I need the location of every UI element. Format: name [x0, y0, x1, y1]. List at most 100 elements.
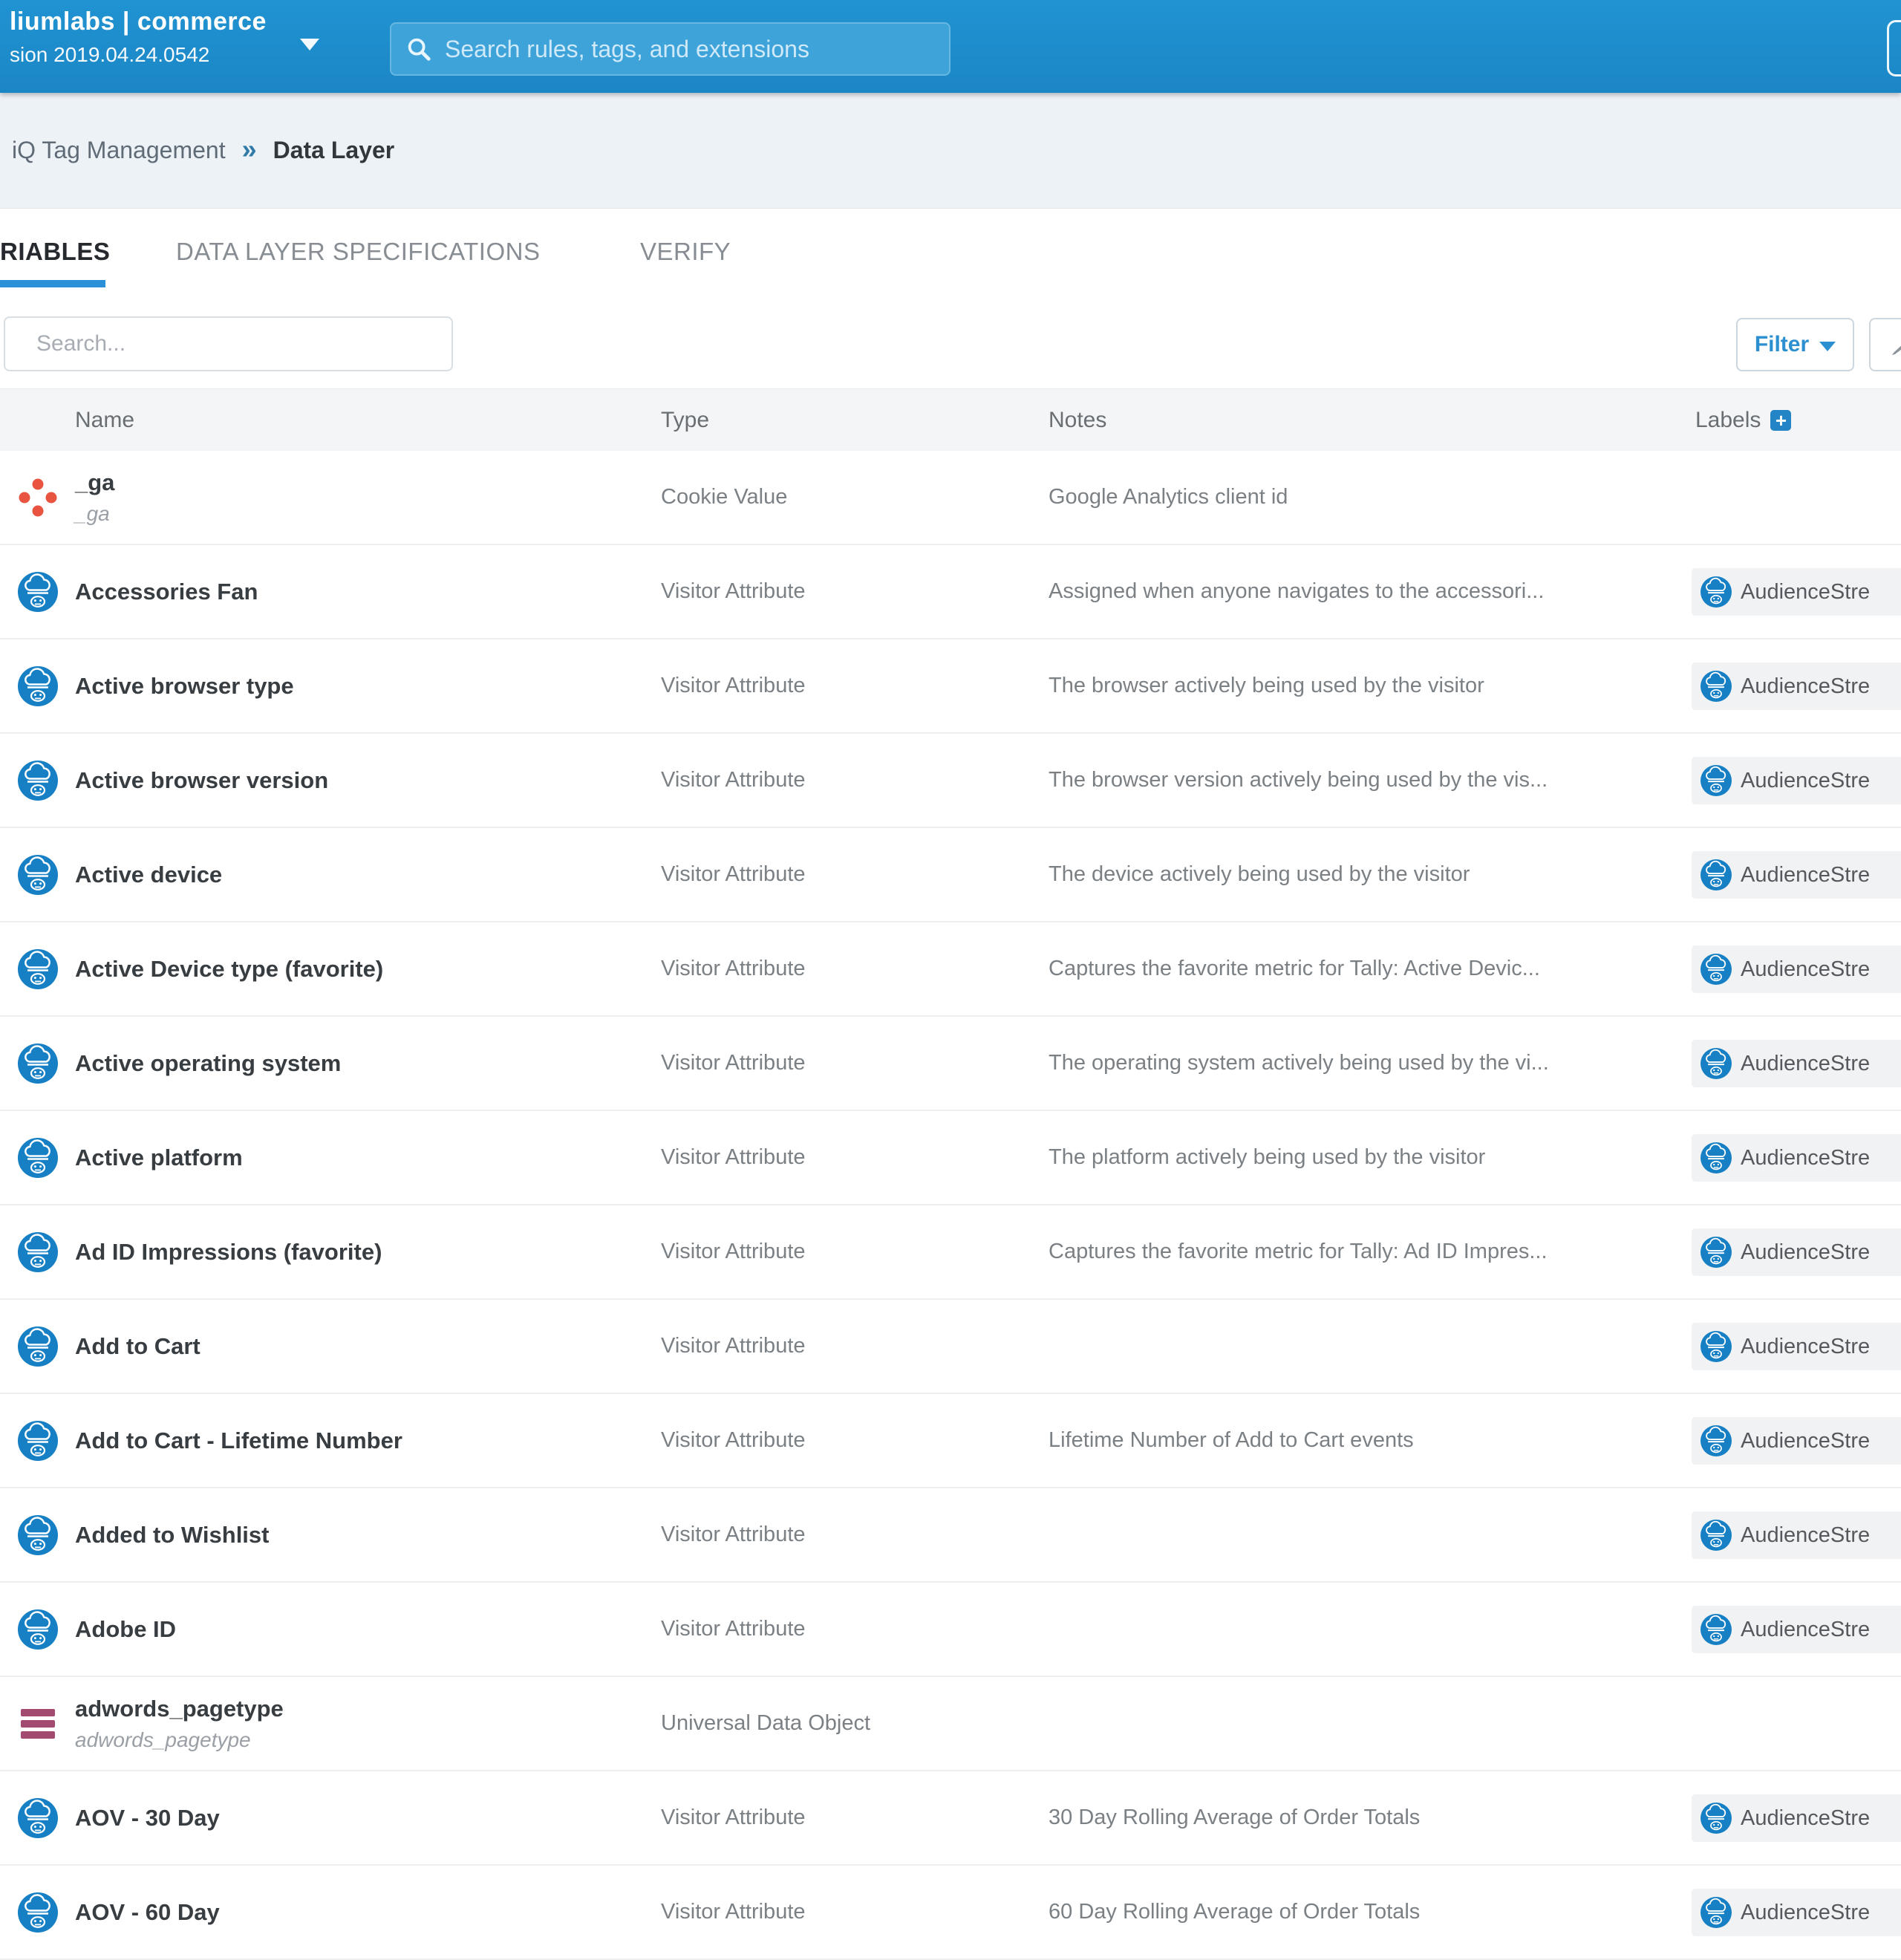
label-chip-text: AudienceStre: [1741, 1146, 1870, 1171]
variable-name[interactable]: _ga: [75, 469, 114, 496]
variable-name-cell: Adobe ID: [75, 1583, 176, 1676]
audiencestream-icon: [18, 949, 58, 989]
label-chip[interactable]: AudienceStre: [1692, 1511, 1901, 1559]
cookie-icon: [18, 478, 58, 518]
label-chip-text: AudienceStre: [1741, 674, 1870, 699]
variable-notes: Google Analytics client id: [1049, 451, 1288, 544]
header-action-button[interactable]: [1887, 20, 1901, 76]
table-row[interactable]: Active operating system Visitor Attribut…: [0, 1017, 1901, 1111]
table-row[interactable]: Accessories Fan Visitor Attribute Assign…: [0, 545, 1901, 639]
table-row[interactable]: Added to Wishlist Visitor Attribute Audi…: [0, 1488, 1901, 1583]
audiencestream-chip-icon: [1701, 765, 1732, 796]
table-row[interactable]: _ga _ga Cookie Value Google Analytics cl…: [0, 451, 1901, 545]
global-search-input[interactable]: Search rules, tags, and extensions: [390, 22, 950, 76]
label-chip-text: AudienceStre: [1741, 1618, 1870, 1642]
label-chip[interactable]: AudienceStre: [1692, 1040, 1901, 1087]
table-row[interactable]: Ad ID Impressions (favorite) Visitor Att…: [0, 1205, 1901, 1300]
label-chip-text: AudienceStre: [1741, 1429, 1870, 1453]
variable-name[interactable]: Ad ID Impressions (favorite): [75, 1239, 382, 1266]
variable-name[interactable]: Add to Cart: [75, 1333, 200, 1360]
profile-dropdown-caret-icon[interactable]: [300, 39, 319, 51]
variable-type-icon-cell: [18, 1205, 58, 1298]
table-row[interactable]: adwords_pagetype adwords_pagetype Univer…: [0, 1677, 1901, 1771]
variable-type: Visitor Attribute: [661, 1394, 806, 1487]
label-chip-text: AudienceStre: [1741, 957, 1870, 982]
audiencestream-icon: [18, 572, 58, 612]
filter-button[interactable]: Filter: [1736, 318, 1854, 371]
page-title: Data Layer: [273, 137, 395, 164]
table-row[interactable]: AOV - 60 Day Visitor Attribute 60 Day Ro…: [0, 1866, 1901, 1960]
variable-name-cell: Add to Cart: [75, 1300, 200, 1393]
table-row[interactable]: Active browser type Visitor Attribute Th…: [0, 639, 1901, 734]
table-row[interactable]: Add to Cart - Lifetime Number Visitor At…: [0, 1394, 1901, 1488]
variable-name[interactable]: adwords_pagetype: [75, 1696, 284, 1722]
column-header-labels: Labels +: [1695, 389, 1791, 451]
variable-name[interactable]: Active platform: [75, 1145, 243, 1171]
label-chip[interactable]: AudienceStre: [1692, 1606, 1901, 1653]
tab-data-layer-specifications[interactable]: DATA LAYER SPECIFICATIONS: [176, 238, 540, 266]
variable-type-icon-cell: [18, 1111, 58, 1204]
variable-name[interactable]: Active device: [75, 862, 222, 888]
variable-name[interactable]: AOV - 30 Day: [75, 1805, 220, 1832]
variable-type: Cookie Value: [661, 451, 787, 544]
version-label: sion 2019.04.24.0542: [10, 43, 267, 67]
add-label-icon[interactable]: +: [1770, 410, 1791, 431]
table-header: Name Type Notes Labels +: [0, 388, 1901, 452]
breadcrumb-section[interactable]: iQ Tag Management: [12, 137, 226, 164]
label-chip[interactable]: AudienceStre: [1692, 851, 1901, 899]
label-chip[interactable]: AudienceStre: [1692, 1794, 1901, 1842]
label-chip[interactable]: AudienceStre: [1692, 568, 1901, 616]
column-header-type[interactable]: Type: [661, 389, 709, 451]
variable-name[interactable]: Active browser type: [75, 673, 294, 700]
label-chip[interactable]: AudienceStre: [1692, 1417, 1901, 1465]
universal-data-object-icon: [18, 1704, 58, 1744]
tab-verify[interactable]: VERIFY: [640, 238, 731, 266]
audiencestream-chip-icon: [1701, 1803, 1732, 1834]
table-row[interactable]: Adobe ID Visitor Attribute AudienceStre: [0, 1583, 1901, 1677]
variable-name[interactable]: Accessories Fan: [75, 579, 258, 605]
label-chip[interactable]: AudienceStre: [1692, 1889, 1901, 1936]
audiencestream-icon: [18, 1609, 58, 1650]
search-icon: [405, 35, 433, 63]
label-chip[interactable]: AudienceStre: [1692, 757, 1901, 804]
audiencestream-chip-icon: [1701, 1425, 1732, 1456]
column-header-notes[interactable]: Notes: [1049, 389, 1106, 451]
variable-type: Visitor Attribute: [661, 639, 806, 732]
edit-button[interactable]: [1869, 318, 1901, 371]
variable-name-cell: _ga _ga: [75, 451, 114, 544]
variable-name-cell: AOV - 30 Day: [75, 1771, 220, 1864]
audiencestream-icon: [18, 666, 58, 706]
account-profile-switcher[interactable]: liumlabs | commerce sion 2019.04.24.0542: [10, 7, 267, 67]
table-row[interactable]: AOV - 30 Day Visitor Attribute 30 Day Ro…: [0, 1771, 1901, 1866]
variable-type-icon-cell: [18, 1017, 58, 1110]
variables-search-input[interactable]: Search...: [4, 316, 453, 371]
table-row[interactable]: Active browser version Visitor Attribute…: [0, 734, 1901, 828]
label-chip[interactable]: AudienceStre: [1692, 1323, 1901, 1370]
audiencestream-chip-icon: [1701, 671, 1732, 702]
label-chip[interactable]: AudienceStre: [1692, 1134, 1901, 1182]
filter-caret-icon: [1819, 342, 1836, 351]
variable-name[interactable]: Added to Wishlist: [75, 1522, 270, 1549]
table-row[interactable]: Add to Cart Visitor Attribute AudienceSt…: [0, 1300, 1901, 1394]
label-chip[interactable]: AudienceStre: [1692, 945, 1901, 993]
label-chip[interactable]: AudienceStre: [1692, 662, 1901, 710]
tab-variables[interactable]: RIABLES: [0, 238, 110, 266]
audiencestream-icon: [18, 1798, 58, 1838]
variable-name[interactable]: Add to Cart - Lifetime Number: [75, 1427, 402, 1454]
table-row[interactable]: Active Device type (favorite) Visitor At…: [0, 922, 1901, 1017]
variable-name[interactable]: AOV - 60 Day: [75, 1899, 220, 1926]
variable-name[interactable]: Adobe ID: [75, 1616, 176, 1643]
pencil-icon: [1888, 330, 1901, 359]
audiencestream-icon: [18, 1232, 58, 1272]
variable-notes: Captures the favorite metric for Tally: …: [1049, 1205, 1548, 1298]
column-header-name[interactable]: Name: [75, 389, 134, 451]
variable-name[interactable]: Active Device type (favorite): [75, 956, 383, 983]
variable-type-icon-cell: [18, 639, 58, 732]
variable-name[interactable]: Active operating system: [75, 1050, 341, 1077]
table-row[interactable]: Active device Visitor Attribute The devi…: [0, 828, 1901, 922]
variable-name[interactable]: Active browser version: [75, 767, 328, 794]
table-row[interactable]: Active platform Visitor Attribute The pl…: [0, 1111, 1901, 1205]
label-chip-text: AudienceStre: [1741, 1806, 1870, 1831]
label-chip[interactable]: AudienceStre: [1692, 1228, 1901, 1276]
variable-notes: The browser actively being used by the v…: [1049, 639, 1484, 732]
